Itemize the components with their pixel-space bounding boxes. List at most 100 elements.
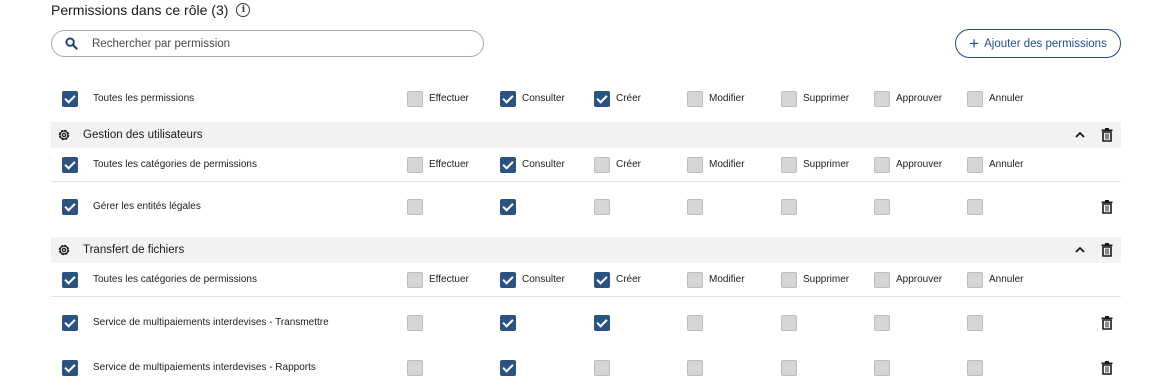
trash-icon[interactable] [1101, 243, 1113, 257]
checkbox-modifier[interactable] [687, 199, 703, 215]
chevron-up-icon[interactable] [1074, 129, 1086, 141]
checkbox-annuler[interactable] [967, 91, 983, 107]
column-label-effectuer: Effectuer [429, 93, 469, 104]
checkbox-annuler[interactable] [967, 315, 983, 331]
checkbox-modifier[interactable] [687, 360, 703, 376]
checkbox-annuler[interactable] [967, 199, 983, 215]
permission-row: Service de multipaiements interdevises -… [51, 304, 1121, 342]
column-label-consulter: Consulter [522, 93, 565, 104]
checkbox-créer[interactable] [594, 360, 610, 376]
chevron-up-icon[interactable] [1074, 244, 1086, 256]
checkbox-supprimer[interactable] [781, 272, 797, 288]
column-label-supprimer: Supprimer [803, 159, 850, 170]
checkbox-consulter[interactable] [500, 360, 516, 376]
column-label-modifier: Modifier [709, 93, 745, 104]
trash-icon[interactable] [1101, 128, 1113, 142]
row-label: Service de multipaiements interdevises -… [93, 362, 316, 373]
checkbox-annuler[interactable] [967, 272, 983, 288]
checkbox-créer[interactable] [594, 272, 610, 288]
checkbox-modifier[interactable] [687, 157, 703, 173]
category-all-row: Toutes les catégories de permissions Effe… [51, 148, 1121, 182]
checkbox-approuver[interactable] [874, 157, 890, 173]
checkbox-approuver[interactable] [874, 360, 890, 376]
row-select-checkbox[interactable] [62, 315, 78, 331]
permission-row: Gérer les entités légales [51, 189, 1121, 225]
checkbox-approuver[interactable] [874, 272, 890, 288]
checkbox-supprimer[interactable] [781, 199, 797, 215]
row-select-checkbox[interactable] [62, 157, 78, 173]
section-title: Transfert de fichiers [83, 244, 185, 256]
page-title-text: Permissions dans ce rôle (3) [51, 2, 229, 18]
checkbox-modifier[interactable] [687, 91, 703, 107]
checkbox-annuler[interactable] [967, 157, 983, 173]
checkbox-créer[interactable] [594, 157, 610, 173]
row-label: Toutes les permissions [93, 93, 195, 104]
row-select-checkbox[interactable] [62, 360, 78, 376]
checkbox-supprimer[interactable] [781, 157, 797, 173]
row-label: Service de multipaiements interdevises -… [93, 317, 329, 328]
checkbox-approuver[interactable] [874, 91, 890, 107]
checkbox-supprimer[interactable] [781, 91, 797, 107]
column-label-consulter: Consulter [522, 159, 565, 170]
column-label-créer: Créer [616, 93, 642, 104]
checkbox-supprimer[interactable] [781, 315, 797, 331]
checkbox-consulter[interactable] [500, 315, 516, 331]
checkbox-effectuer[interactable] [407, 360, 423, 376]
category-all-row: Toutes les catégories de permissions Effe… [51, 263, 1121, 297]
checkbox-consulter[interactable] [500, 199, 516, 215]
checkbox-consulter[interactable] [500, 272, 516, 288]
checkbox-effectuer[interactable] [407, 91, 423, 107]
column-label-supprimer: Supprimer [803, 274, 850, 285]
row-select-checkbox[interactable] [62, 91, 78, 107]
column-label-modifier: Modifier [709, 159, 745, 170]
checkbox-annuler[interactable] [967, 360, 983, 376]
add-permissions-label: Ajouter des permissions [984, 37, 1107, 50]
row-select-checkbox[interactable] [62, 272, 78, 288]
trash-icon[interactable] [1101, 316, 1113, 330]
checkbox-créer[interactable] [594, 315, 610, 331]
checkbox-créer[interactable] [594, 91, 610, 107]
checkbox-supprimer[interactable] [781, 360, 797, 376]
column-label-effectuer: Effectuer [429, 159, 469, 170]
checkbox-effectuer[interactable] [407, 315, 423, 331]
column-label-annuler: Annuler [989, 159, 1024, 170]
row-label: Gérer les entités légales [93, 201, 201, 212]
page-title: Permissions dans ce rôle (3) i [51, 1, 251, 19]
checkbox-effectuer[interactable] [407, 157, 423, 173]
checkbox-approuver[interactable] [874, 315, 890, 331]
gear-icon [58, 129, 70, 141]
column-label-approuver: Approuver [896, 159, 943, 170]
checkbox-approuver[interactable] [874, 199, 890, 215]
info-icon[interactable]: i [236, 3, 251, 17]
column-label-annuler: Annuler [989, 93, 1024, 104]
plus-icon: + [969, 34, 980, 53]
checkbox-consulter[interactable] [500, 157, 516, 173]
checkbox-modifier[interactable] [687, 315, 703, 331]
search-input[interactable] [92, 37, 452, 50]
section-header: Transfert de fichiers [51, 237, 1121, 263]
column-label-créer: Créer [616, 159, 642, 170]
checkbox-effectuer[interactable] [407, 272, 423, 288]
checkbox-effectuer[interactable] [407, 199, 423, 215]
column-label-supprimer: Supprimer [803, 93, 850, 104]
row-select-checkbox[interactable] [62, 199, 78, 215]
column-label-annuler: Annuler [989, 274, 1024, 285]
add-permissions-button[interactable]: + Ajouter des permissions [955, 29, 1121, 58]
search-icon [65, 37, 78, 50]
column-label-approuver: Approuver [896, 93, 943, 104]
section-header: Gestion des utilisateurs [51, 122, 1121, 148]
permission-row: Service de multipaiements interdevises -… [51, 349, 1121, 387]
row-label: Toutes les catégories de permissions [93, 274, 257, 285]
column-label-créer: Créer [616, 274, 642, 285]
checkbox-modifier[interactable] [687, 272, 703, 288]
checkbox-créer[interactable] [594, 199, 610, 215]
trash-icon[interactable] [1101, 200, 1113, 214]
column-label-consulter: Consulter [522, 274, 565, 285]
column-label-modifier: Modifier [709, 274, 745, 285]
trash-icon[interactable] [1101, 361, 1113, 375]
search-field[interactable] [51, 30, 484, 57]
column-label-approuver: Approuver [896, 274, 943, 285]
checkbox-consulter[interactable] [500, 91, 516, 107]
column-label-effectuer: Effectuer [429, 274, 469, 285]
section-title: Gestion des utilisateurs [83, 129, 203, 141]
